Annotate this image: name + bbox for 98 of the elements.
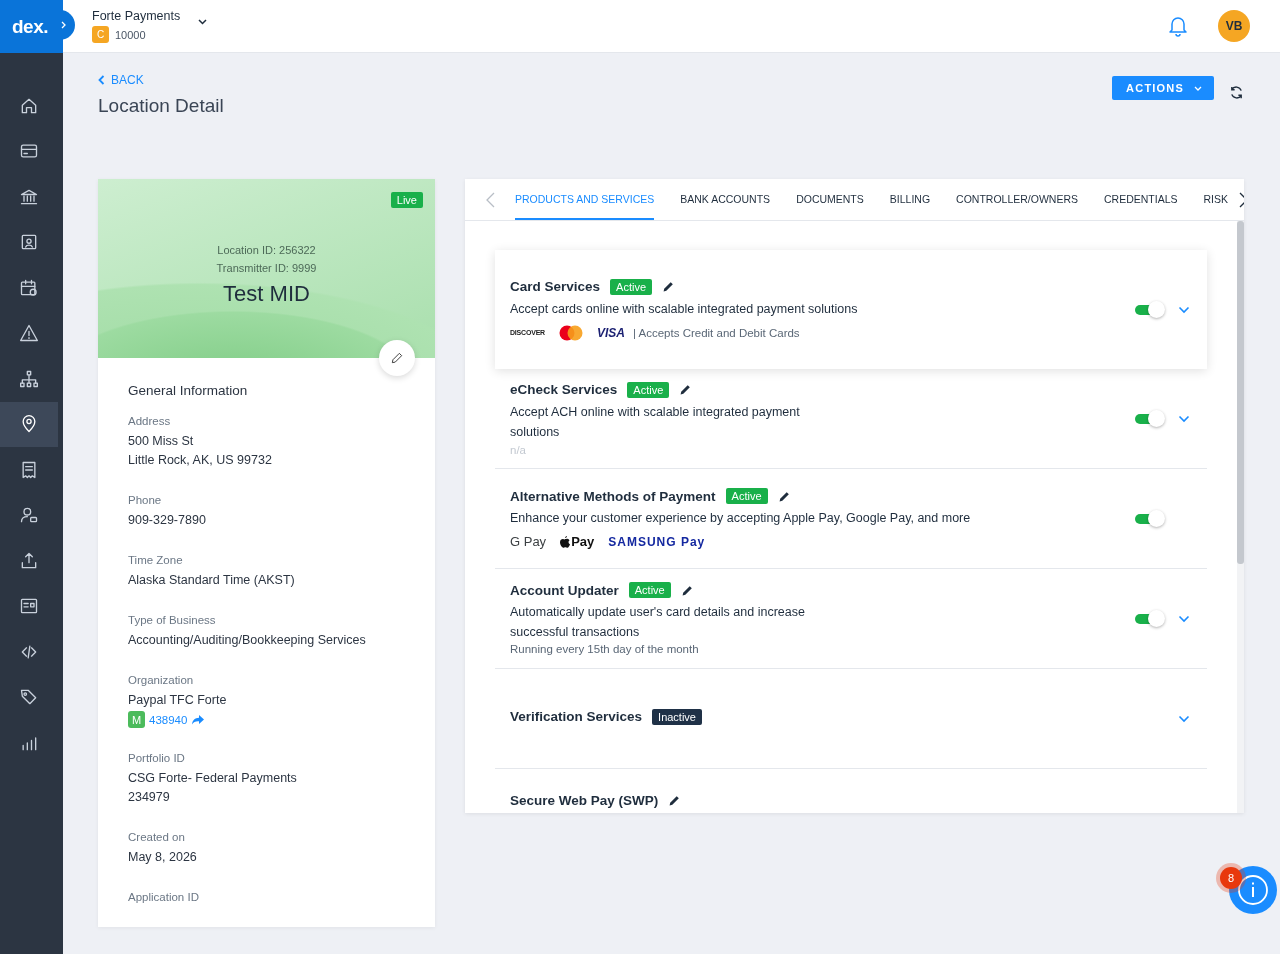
field-value: 909-329-7890	[128, 512, 207, 529]
chevron-left-icon	[485, 191, 495, 208]
field-label: Time Zone	[128, 554, 184, 566]
service-description: Automatically update user's card details and increase successful transactions	[510, 604, 806, 641]
service-description: Accept ACH online with scalable integrated payment solutions	[510, 403, 801, 441]
service-description: Accept cards online with scalable integrated payment solutions	[510, 300, 859, 318]
page-title: Location Detail	[98, 95, 224, 117]
field-label: Phone	[128, 494, 163, 506]
pencil-icon[interactable]	[777, 489, 791, 503]
wallet-logo: G Pay	[510, 534, 547, 549]
service-name: eCheck Services	[510, 382, 618, 397]
field-label: Organization	[128, 674, 195, 686]
field-label: Created on	[128, 831, 186, 843]
tab[interactable]: PRODUCTS AND SERVICES	[515, 179, 655, 220]
status-badge: Active	[725, 488, 768, 504]
field-label: Application ID	[128, 891, 200, 903]
expand-button[interactable]	[1178, 305, 1192, 314]
service-name: Verification Services	[510, 709, 643, 724]
service-row[interactable]: Alternative Methods of Payment Active Enhance your customer experience by accepting Apple Pay, Google Pay, and more G Pay Pay SAMSUNG Pay	[495, 469, 1207, 569]
field-value: 500 Miss St	[128, 433, 195, 450]
merchant-badge: M	[128, 711, 145, 728]
expand-button[interactable]	[1178, 414, 1192, 423]
service-row[interactable]: eCheck Services Active Accept ACH online with scalable integrated payment solutions n/a	[495, 369, 1207, 469]
share-arrow-icon[interactable]	[191, 714, 205, 725]
tab[interactable]: DOCUMENTS	[796, 179, 864, 220]
status-badge: Active	[610, 278, 653, 295]
expand-button[interactable]	[1178, 714, 1192, 723]
chevron-right-icon	[59, 21, 67, 29]
card-note: | Accepts Credit and Debit Cards	[633, 326, 800, 339]
bell-icon[interactable]	[1168, 15, 1188, 37]
tab[interactable]: RISK	[1203, 179, 1229, 220]
schedule-note: Running every 15th day of the month	[510, 643, 700, 655]
location-name: Test MID	[223, 281, 310, 307]
field-value: May 8, 2026	[128, 849, 198, 866]
tab[interactable]: BILLING	[889, 179, 931, 220]
chevron-left-icon	[98, 75, 105, 85]
status-badge: Live	[390, 192, 423, 208]
pencil-icon[interactable]	[662, 280, 676, 293]
section-title: General Information	[128, 383, 249, 398]
card-brand-logo: VISA	[596, 325, 625, 340]
service-row[interactable]: Secure Web Pay (SWP)	[495, 769, 1207, 813]
pencil-icon	[390, 351, 404, 365]
upload-icon	[19, 550, 39, 571]
warning-icon	[19, 323, 39, 344]
tab[interactable]: CONTROLLER/OWNERS	[956, 179, 1078, 220]
chevron-down-icon	[1178, 714, 1190, 723]
service-row[interactable]: Verification Services Inactive	[495, 669, 1207, 769]
field-value: Accounting/Auditing/Bookkeeping Services	[128, 632, 367, 649]
field-label: Portfolio ID	[128, 752, 186, 764]
field-value: CSG Forte- Federal Payments	[128, 770, 298, 787]
field-value: Alaska Standard Time (AKST)	[128, 572, 296, 589]
chevron-right-icon	[1238, 191, 1244, 208]
service-name: Alternative Methods of Payment	[510, 488, 716, 504]
field-label: Type of Business	[128, 614, 217, 626]
field-value: Little Rock, AK, US 99732	[128, 452, 273, 469]
chevron-down-icon	[1178, 614, 1190, 623]
empty-detail: n/a	[510, 443, 527, 456]
status-badge: Active	[628, 582, 671, 598]
overlapping-circles-icon	[558, 324, 583, 341]
scrollbar[interactable]	[1237, 221, 1244, 813]
account-number: 10000	[115, 28, 146, 41]
transmitter-id: Transmitter ID: 9999	[216, 261, 317, 276]
wallet-logo: SAMSUNG Pay	[608, 534, 706, 549]
field-value: Paypal TFC Forte	[128, 692, 228, 709]
service-row[interactable]: Account Updater Active Automatically update user's card details and increase successful transactions Running every 15th day of the month	[495, 569, 1207, 669]
toggle-switch[interactable]	[1135, 409, 1165, 428]
pencil-icon[interactable]	[668, 794, 682, 807]
location-id: Location ID: 256322	[217, 243, 316, 258]
wallet-logo: Pay	[571, 534, 595, 549]
field-label: Address	[128, 415, 172, 427]
refresh-icon[interactable]	[1229, 85, 1244, 100]
calendar-clock-icon	[19, 277, 39, 298]
pencil-icon[interactable]	[680, 583, 694, 597]
toggle-switch[interactable]	[1135, 609, 1165, 628]
toggle-switch[interactable]	[1135, 300, 1165, 319]
tab[interactable]: CREDENTIALS	[1104, 179, 1178, 220]
service-description: Enhance your customer experience by accepting Apple Pay, Google Pay, and more	[510, 510, 972, 527]
caret-icon[interactable]	[198, 19, 208, 25]
status-badge: Inactive	[652, 708, 702, 725]
service-name: Card Services	[510, 279, 601, 294]
service-name: Account Updater	[510, 582, 619, 598]
expand-button[interactable]	[1178, 614, 1192, 623]
status-badge: Active	[627, 381, 670, 398]
chevron-down-icon	[1178, 414, 1190, 423]
info-icon	[1237, 874, 1269, 906]
account-badge: C	[92, 26, 109, 43]
toggle-switch[interactable]	[1135, 509, 1165, 528]
caret-icon	[1194, 85, 1202, 91]
user-avatar[interactable]: VB	[1218, 10, 1250, 42]
chevron-down-icon	[1178, 305, 1190, 314]
field-value: 234979	[128, 789, 171, 806]
tab[interactable]: BANK ACCOUNTS	[680, 179, 771, 220]
pencil-icon[interactable]	[679, 383, 693, 396]
service-name: Secure Web Pay (SWP)	[510, 793, 659, 808]
hierarchy-icon	[19, 368, 39, 389]
sidebar-item[interactable]	[0, 401, 58, 447]
account-name[interactable]: Forte Payments	[92, 9, 181, 23]
apple-icon	[560, 535, 571, 548]
